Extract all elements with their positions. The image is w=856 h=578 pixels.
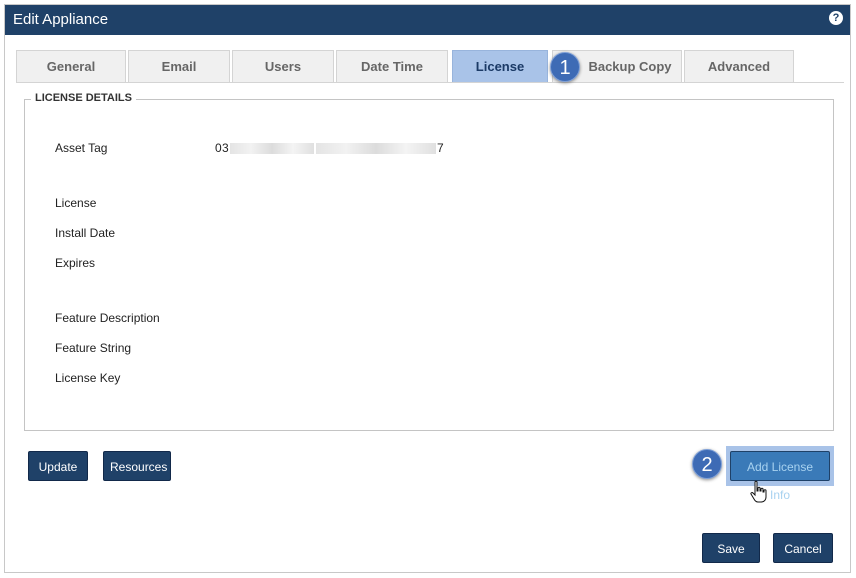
tab-license[interactable]: License bbox=[452, 50, 548, 82]
tab-divider bbox=[16, 82, 844, 83]
tab-advanced[interactable]: Advanced bbox=[684, 50, 794, 82]
dialog-titlebar: Edit Appliance ? bbox=[5, 5, 850, 35]
tab-email[interactable]: Email bbox=[128, 50, 230, 82]
tab-date-time[interactable]: Date Time bbox=[336, 50, 448, 82]
feature-string-label: Feature String bbox=[55, 341, 132, 355]
resources-button[interactable]: Resources bbox=[103, 451, 171, 481]
redacted-value bbox=[315, 143, 436, 155]
asset-tag-label: Asset Tag bbox=[55, 141, 108, 155]
cancel-button[interactable]: Cancel bbox=[773, 533, 833, 563]
save-button[interactable]: Save bbox=[702, 533, 760, 563]
update-button[interactable]: Update bbox=[28, 451, 88, 481]
license-label: License bbox=[55, 196, 97, 210]
install-date-label: Install Date bbox=[55, 226, 116, 240]
step-2-badge: 2 bbox=[692, 449, 722, 479]
license-details-legend: LICENSE DETAILS bbox=[31, 92, 136, 104]
redacted-value bbox=[229, 143, 314, 155]
step-1-badge: 1 bbox=[550, 52, 580, 82]
hand-cursor-icon bbox=[750, 480, 767, 503]
license-details-section: LICENSE DETAILS Asset Tag 03 7 License In… bbox=[24, 92, 834, 431]
add-license-info-button[interactable]: Add License Info bbox=[730, 451, 830, 502]
feature-description-label: Feature Description bbox=[55, 311, 160, 325]
help-icon[interactable]: ? bbox=[829, 11, 843, 25]
add-license-info-highlight: Add License Info bbox=[726, 446, 834, 502]
edit-appliance-dialog: Edit Appliance ? General Email Users Dat… bbox=[4, 4, 851, 573]
license-key-label: License Key bbox=[55, 371, 121, 385]
tab-users[interactable]: Users bbox=[232, 50, 334, 82]
tab-general[interactable]: General bbox=[16, 50, 126, 82]
expires-label: Expires bbox=[55, 256, 96, 270]
asset-tag-value: 03 7 bbox=[215, 141, 444, 155]
dialog-title: Edit Appliance bbox=[13, 11, 109, 28]
